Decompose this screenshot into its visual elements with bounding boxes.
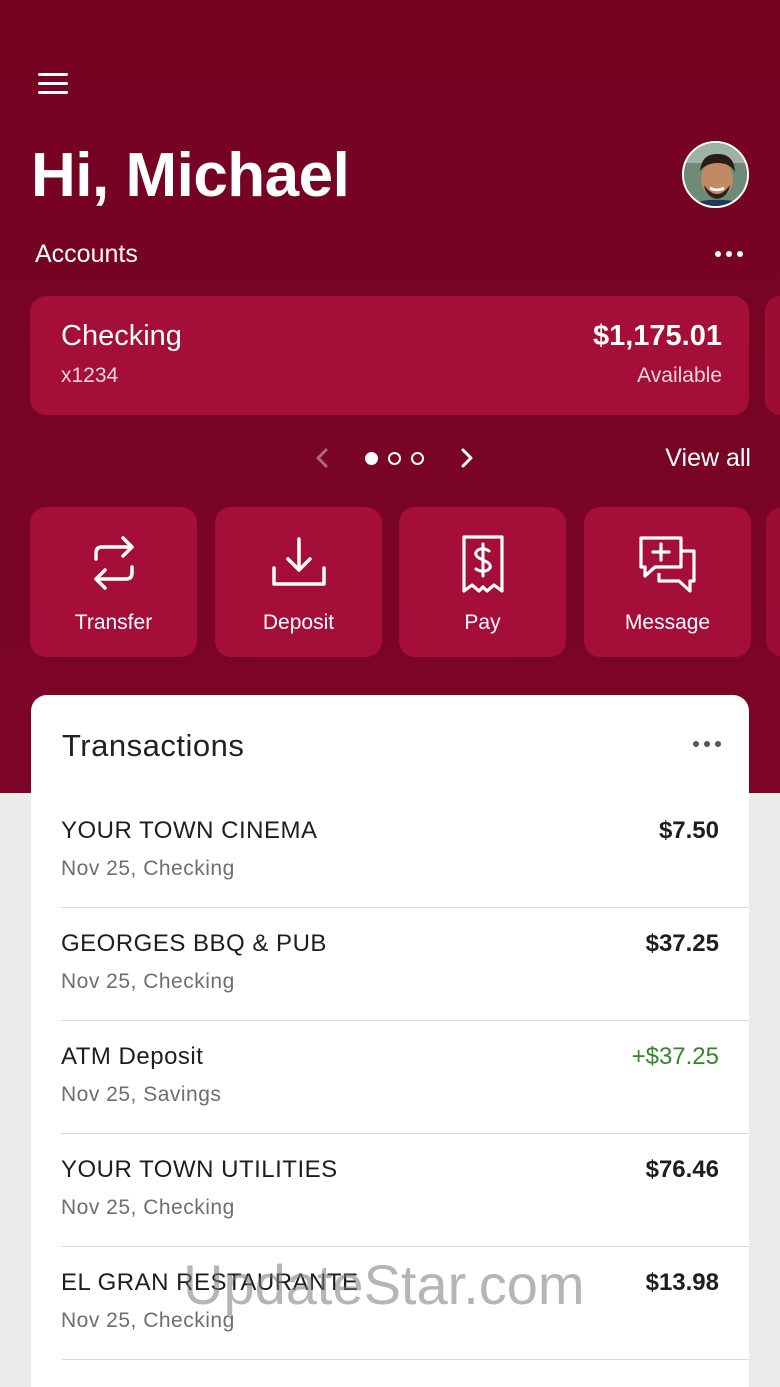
- next-account-card-peek[interactable]: [765, 296, 780, 415]
- transaction-meta: Nov 25, Checking: [61, 970, 235, 993]
- transaction-row[interactable]: EL GRAN RESTAURANTE Nov 25, Checking $13…: [31, 1247, 749, 1360]
- view-all-link[interactable]: View all: [665, 444, 751, 473]
- account-card-checking[interactable]: Checking x1234 $1,175.01 Available: [30, 296, 749, 415]
- transaction-row[interactable]: ATM Deposit Nov 25, Savings +$37.25: [31, 1021, 749, 1134]
- transaction-row[interactable]: YOUR TOWN CINEMA Nov 25, Checking $7.50: [31, 795, 749, 908]
- transfer-button[interactable]: Transfer: [30, 507, 197, 657]
- account-name: Checking: [61, 320, 182, 352]
- transaction-meta: Nov 25, Savings: [61, 1083, 222, 1106]
- pager-dot-1[interactable]: [365, 451, 378, 465]
- accounts-label: Accounts: [35, 240, 138, 268]
- divider: [61, 1359, 749, 1360]
- pay-label: Pay: [464, 611, 501, 634]
- transactions-card: Transactions YOUR TOWN CINEMA Nov 25, Ch…: [31, 695, 749, 1387]
- transaction-row[interactable]: GEORGES BBQ & PUB Nov 25, Checking $37.2…: [31, 908, 749, 1021]
- message-button[interactable]: Message: [584, 507, 751, 657]
- message-label: Message: [624, 611, 711, 634]
- transaction-amount: $76.46: [645, 1156, 719, 1183]
- account-balance-label: Available: [637, 364, 722, 387]
- message-icon: [638, 536, 696, 593]
- transaction-name: EL GRAN RESTAURANTE: [61, 1269, 359, 1296]
- pager-dot-2[interactable]: [388, 451, 401, 465]
- pay-button[interactable]: Pay: [399, 507, 566, 657]
- account-balance: $1,175.01: [592, 320, 722, 352]
- next-action-peek[interactable]: [766, 508, 780, 656]
- transaction-amount-credit: +$37.25: [631, 1043, 719, 1070]
- greeting-title: Hi, Michael: [31, 141, 350, 210]
- transactions-title: Transactions: [62, 728, 245, 763]
- transaction-amount: $7.50: [658, 817, 719, 844]
- account-number: x1234: [61, 364, 119, 387]
- transaction-amount: $37.25: [645, 930, 719, 957]
- transaction-row[interactable]: YOUR TOWN UTILITIES Nov 25, Checking $76…: [31, 1134, 749, 1247]
- accounts-more-icon[interactable]: [715, 251, 743, 257]
- transfer-icon: [93, 536, 134, 590]
- avatar[interactable]: [682, 141, 749, 208]
- transactions-more-icon[interactable]: [693, 741, 721, 747]
- chevron-right-icon[interactable]: [451, 444, 481, 472]
- transaction-meta: Nov 25, Checking: [61, 1196, 235, 1219]
- transaction-name: YOUR TOWN CINEMA: [61, 817, 318, 844]
- deposit-icon: [271, 537, 326, 586]
- transfer-label: Transfer: [74, 611, 153, 634]
- deposit-label: Deposit: [262, 611, 335, 634]
- account-pager: [308, 444, 481, 472]
- transaction-name: ATM Deposit: [61, 1043, 204, 1070]
- deposit-button[interactable]: Deposit: [215, 507, 382, 657]
- transaction-name: GEORGES BBQ & PUB: [61, 930, 327, 957]
- transaction-meta: Nov 25, Checking: [61, 1309, 235, 1332]
- pager-dot-3[interactable]: [411, 451, 424, 465]
- transaction-name: YOUR TOWN UTILITIES: [61, 1156, 338, 1183]
- transaction-meta: Nov 25, Checking: [61, 857, 235, 880]
- menu-icon[interactable]: [36, 70, 70, 96]
- transaction-amount: $13.98: [645, 1269, 719, 1296]
- pay-bill-icon: [461, 535, 504, 593]
- chevron-left-icon[interactable]: [308, 444, 338, 472]
